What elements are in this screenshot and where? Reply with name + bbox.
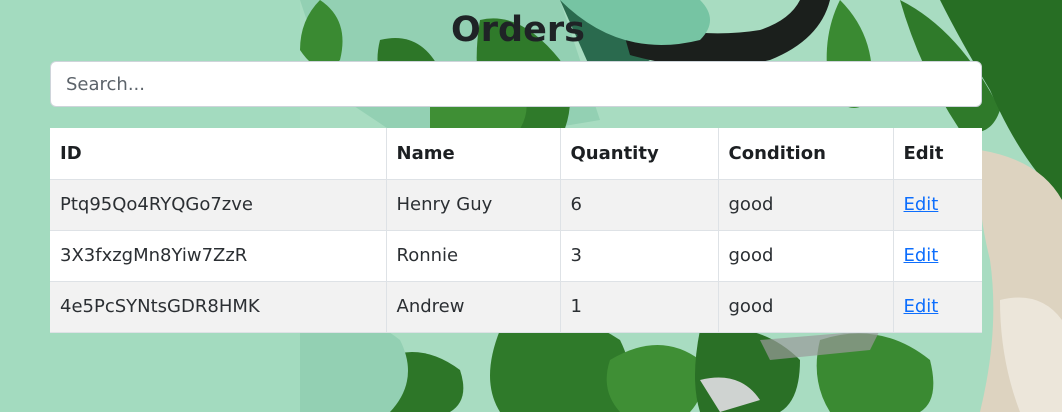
cell-id: 4e5PcSYNtsGDR8HMK: [50, 281, 387, 333]
cell-quantity: 1: [560, 281, 719, 333]
cell-edit: Edit: [893, 281, 982, 333]
cell-id: Ptq95Qo4RYQGo7zve: [50, 179, 387, 231]
cell-edit: Edit: [893, 230, 982, 282]
cell-id: 3X3fxzgMn8Yiw7ZzR: [50, 230, 387, 282]
cell-quantity: 3: [560, 230, 719, 282]
column-header-edit: Edit: [893, 128, 982, 180]
column-header-condition: Condition: [718, 128, 894, 180]
page-title: Orders: [451, 10, 585, 50]
table-row: 3X3fxzgMn8Yiw7ZzR Ronnie 3 good Edit: [50, 230, 982, 282]
search-input[interactable]: [50, 61, 982, 107]
edit-link[interactable]: Edit: [904, 245, 939, 266]
cell-edit: Edit: [893, 179, 982, 231]
cell-name: Ronnie: [386, 230, 561, 282]
table-header-row: ID Name Quantity Condition Edit: [50, 128, 982, 180]
edit-link[interactable]: Edit: [904, 194, 939, 215]
cell-condition: good: [718, 281, 894, 333]
cell-quantity: 6: [560, 179, 719, 231]
column-header-name: Name: [386, 128, 561, 180]
edit-link[interactable]: Edit: [904, 296, 939, 317]
table-row: 4e5PcSYNtsGDR8HMK Andrew 1 good Edit: [50, 281, 982, 333]
column-header-quantity: Quantity: [560, 128, 719, 180]
cell-condition: good: [718, 230, 894, 282]
column-header-id: ID: [50, 128, 387, 180]
table-row: Ptq95Qo4RYQGo7zve Henry Guy 6 good Edit: [50, 179, 982, 231]
cell-condition: good: [718, 179, 894, 231]
main-content: Orders ID Name Quantity Condition Edit P…: [0, 0, 1062, 412]
cell-name: Henry Guy: [386, 179, 561, 231]
orders-table: ID Name Quantity Condition Edit Ptq95Qo4…: [50, 128, 982, 333]
cell-name: Andrew: [386, 281, 561, 333]
